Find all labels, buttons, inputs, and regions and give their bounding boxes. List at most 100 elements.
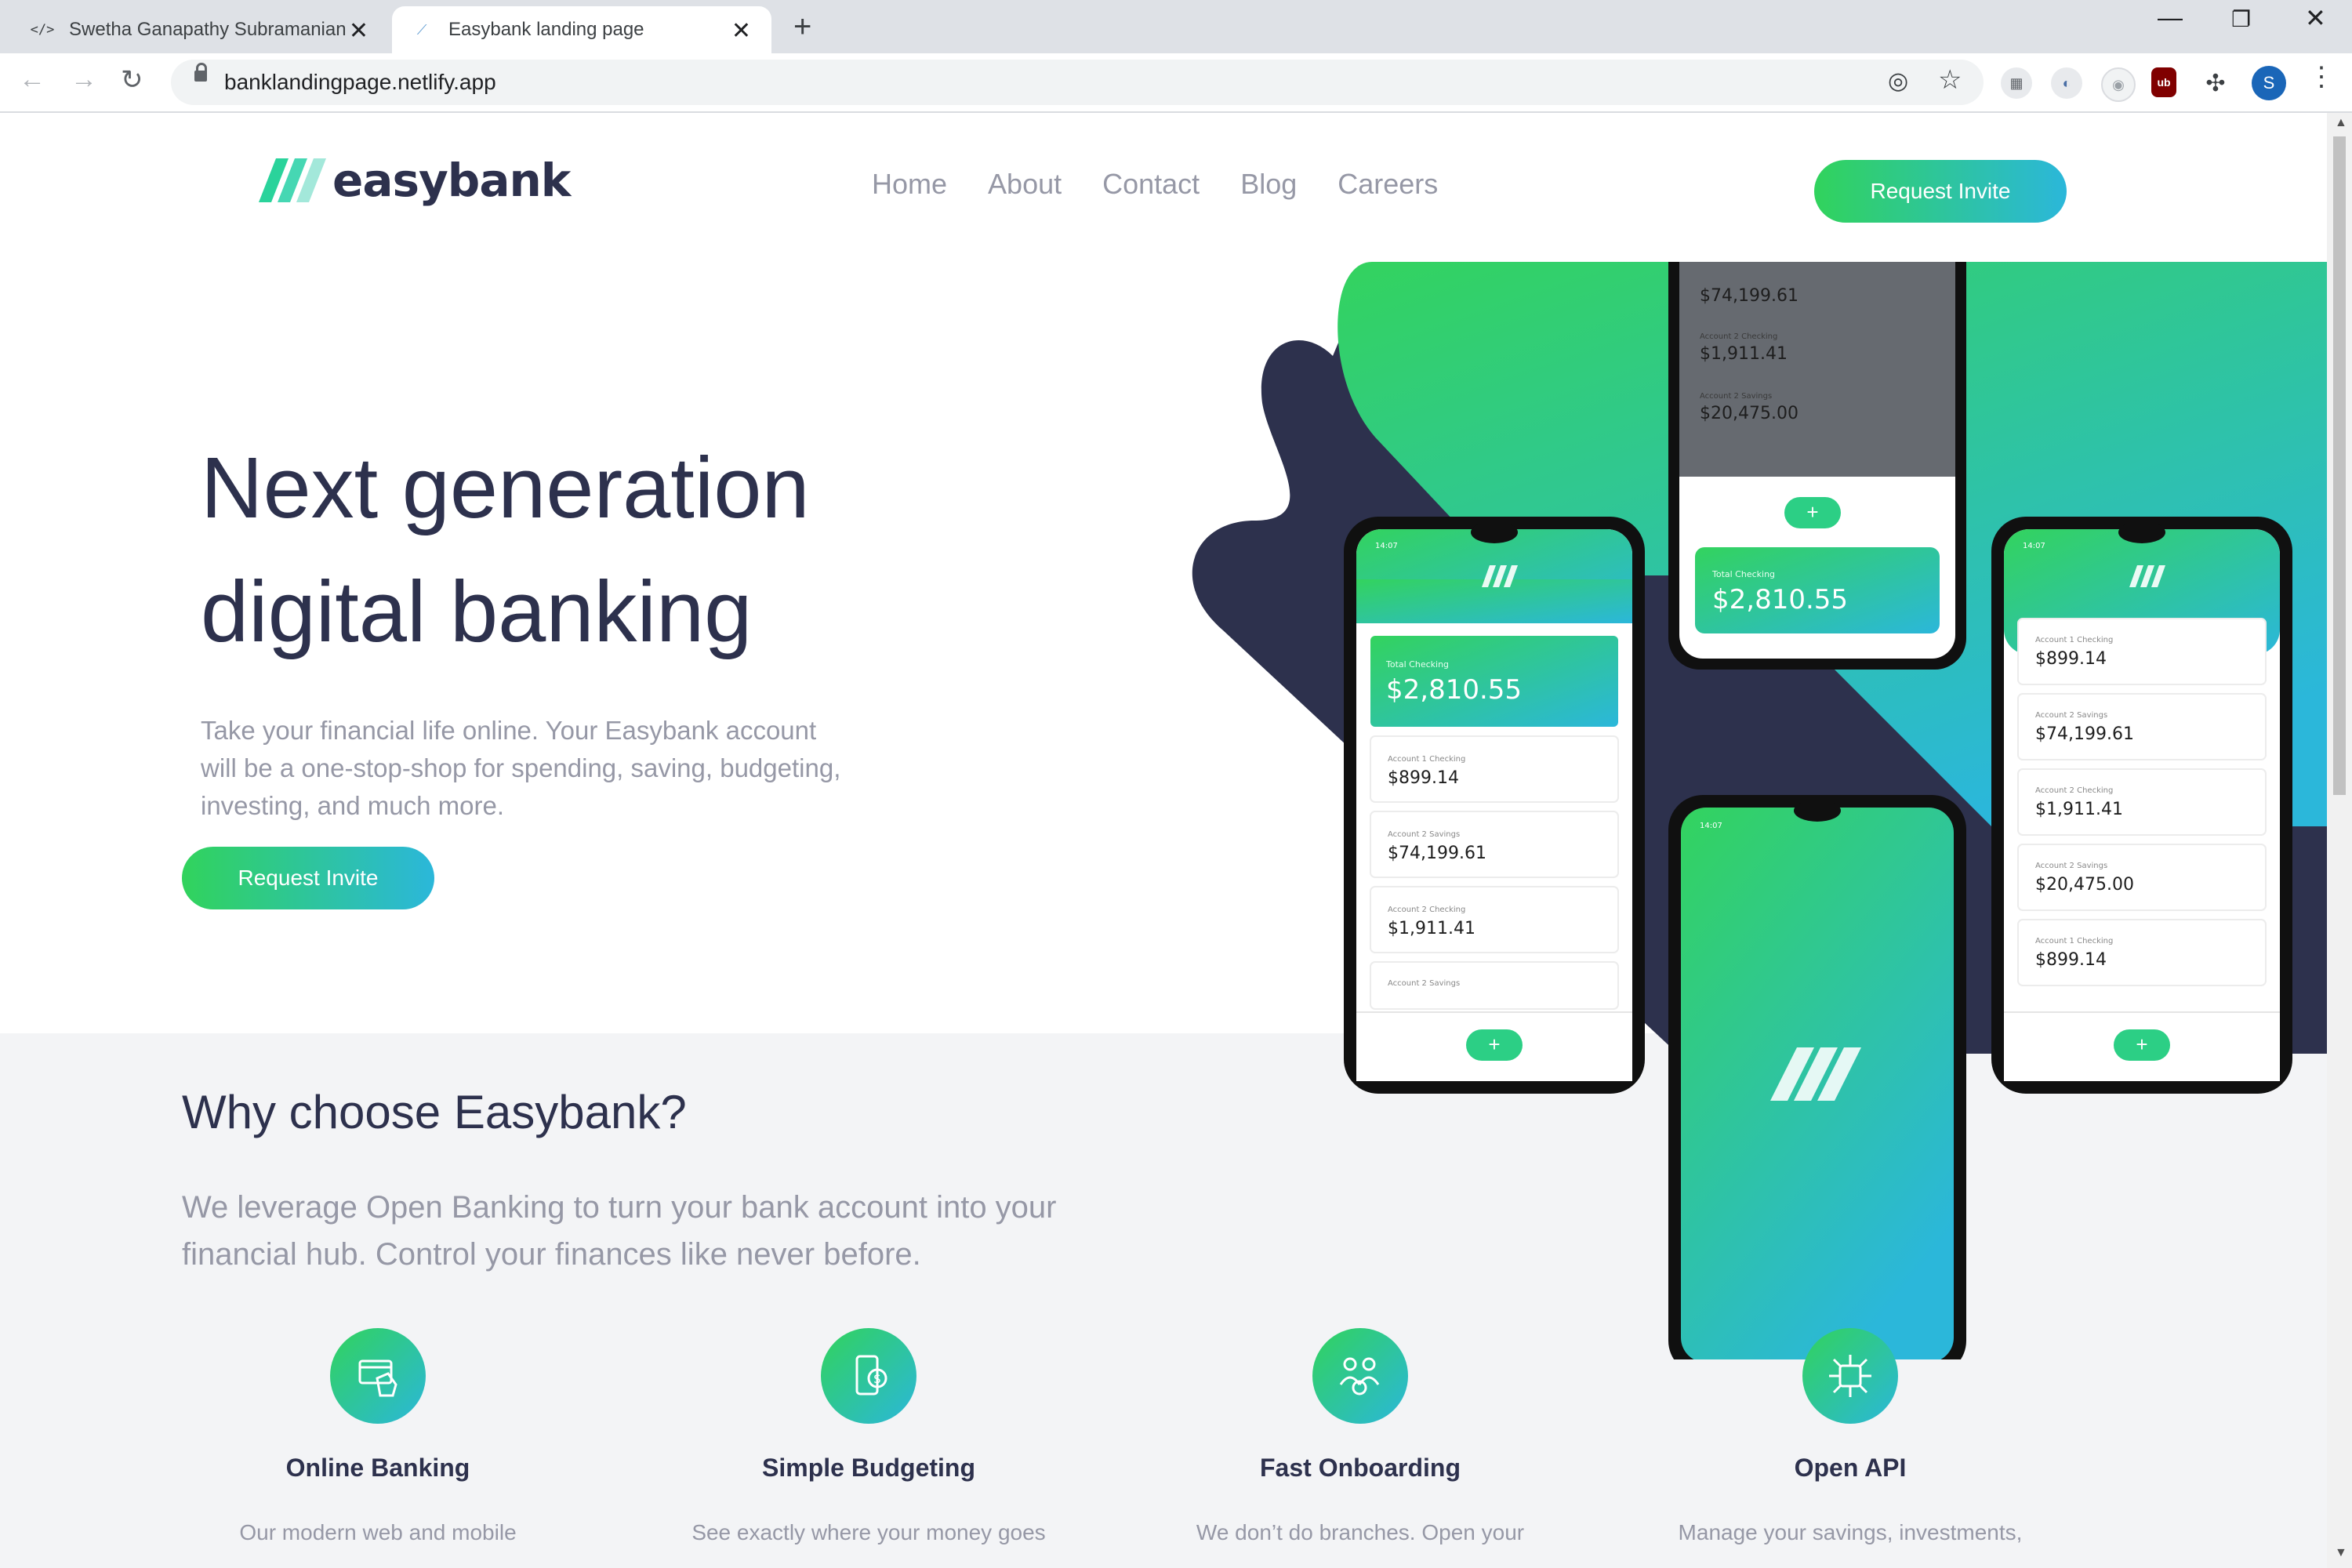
feature-text: Our modern web and mobile [239, 1520, 517, 1544]
account-label: Account 2 Checking [2035, 786, 2113, 795]
account-value: $74,199.61 [1700, 286, 1798, 306]
browser-tab-strip: </> Swetha Ganapathy Subramanian ✕ ⟋ Eas… [0, 0, 2352, 53]
hero-title-line-2: digital banking [201, 564, 753, 660]
window-close-icon[interactable]: ✕ [2305, 3, 2326, 33]
bookmark-star-icon[interactable]: ☆ [1938, 64, 1962, 96]
hero-title: Next generation digital banking [201, 426, 810, 674]
minimize-icon[interactable]: — [2158, 3, 2183, 32]
back-arrow-icon[interactable]: ← [19, 64, 45, 95]
feature-text: See exactly where your money goes [691, 1520, 1046, 1544]
total-value: $2,810.55 [1712, 584, 1848, 615]
lock-icon[interactable] [194, 63, 207, 82]
extension-icon[interactable]: ◉ [2101, 67, 2136, 102]
account-value: $1,911.41 [2035, 800, 2123, 819]
status-time: 14:07 [1375, 542, 1398, 550]
feature-title: Simple Budgeting [762, 1454, 975, 1482]
eye-off-icon[interactable]: ◎ [1888, 67, 1908, 95]
tab-title: Easybank landing page [448, 19, 644, 40]
reload-icon[interactable]: ↻ [121, 64, 143, 96]
feature-title: Online Banking [285, 1454, 470, 1482]
account-value: $74,199.61 [1388, 844, 1486, 863]
account-label: Account 2 Savings [1388, 979, 1460, 988]
account-value: $1,911.41 [1700, 344, 1788, 364]
feature-online-banking: Online Banking Our modern web and mobile [182, 1328, 574, 1545]
account-value: $74,199.61 [2035, 724, 2134, 744]
account-label: Account 2 Savings [2035, 711, 2107, 720]
scroll-down-icon[interactable]: ▼ [2335, 1546, 2347, 1560]
code-icon: </> [30, 22, 55, 38]
total-value: $2,810.55 [1386, 674, 1522, 706]
main-nav: Home About Contact Blog Careers [872, 168, 1438, 201]
account-value: $1,911.41 [1388, 919, 1475, 938]
easybank-logo[interactable]: easybank [259, 154, 571, 207]
browser-tab-2[interactable]: ⟋ Easybank landing page ✕ [392, 6, 771, 53]
extensions-puzzle-icon[interactable]: ✣ [2200, 67, 2231, 99]
scroll-up-icon[interactable]: ▲ [2335, 116, 2347, 130]
easybank-icon: ⟋ [416, 21, 427, 38]
account-value: $899.14 [2035, 950, 2107, 970]
total-label: Total Checking [1385, 659, 1449, 670]
account-label: Account 2 Savings [1388, 830, 1460, 839]
phone-mockup-right: 14:07 Account 1 Checking $899.14 Account… [1991, 517, 2292, 1094]
account-value: $20,475.00 [2035, 875, 2134, 895]
feature-text: Manage your savings, investments, [1678, 1520, 2023, 1544]
hero-title-line-1: Next generation [201, 440, 810, 536]
scroll-thumb[interactable] [2333, 136, 2346, 795]
menu-dots-icon[interactable]: ⋮ [2308, 61, 2335, 93]
close-icon[interactable]: ✕ [731, 17, 751, 45]
budgeting-icon: $ [821, 1328, 916, 1424]
nav-home[interactable]: Home [872, 168, 947, 201]
why-title: Why choose Easybank? [182, 1086, 687, 1138]
status-time: 14:07 [1700, 822, 1722, 830]
account-label: Account 1 Checking [1388, 755, 1465, 764]
account-label: Account 1 Checking [2035, 937, 2113, 946]
status-time: 14:07 [2023, 542, 2045, 550]
close-icon[interactable]: ✕ [349, 17, 368, 45]
feature-text: We don’t do branches. Open your [1196, 1520, 1525, 1544]
online-banking-icon [330, 1328, 426, 1424]
feature-title: Fast Onboarding [1260, 1454, 1461, 1482]
account-label: Account 2 Savings [2035, 862, 2107, 870]
phone-mockup-top: $74,199.61 Account 2 Checking $1,911.41 … [1668, 262, 1966, 670]
total-label: Total Checking [1711, 569, 1775, 579]
forward-arrow-icon[interactable]: → [71, 64, 97, 95]
profile-avatar[interactable]: S [2252, 66, 2286, 100]
header-request-invite-button[interactable]: Request Invite [1814, 160, 2067, 223]
account-value: $20,475.00 [1700, 404, 1798, 423]
extension-icon[interactable]: ▦ [2001, 67, 2032, 99]
feature-simple-budgeting: $ Simple Budgeting See exactly where you… [673, 1328, 1065, 1545]
account-label: Account 2 Checking [1700, 332, 1777, 341]
address-bar[interactable]: banklandingpage.netlify.app ◎ ☆ [171, 60, 1984, 105]
hero-mockups-illustration: $74,199.61 Account 2 Checking $1,911.41 … [1192, 262, 2327, 1359]
svg-text:+: + [2136, 1033, 2147, 1056]
feature-open-api: Open API Manage your savings, investment… [1654, 1328, 2046, 1545]
why-subtitle: We leverage Open Banking to turn your ba… [182, 1190, 1057, 1272]
logo-mark-icon [259, 158, 326, 202]
account-value: $899.14 [2035, 649, 2107, 669]
hero-request-invite-button[interactable]: Request Invite [182, 847, 434, 909]
url-text[interactable]: banklandingpage.netlify.app [224, 70, 496, 95]
feature-fast-onboarding: Fast Onboarding We don’t do branches. Op… [1164, 1328, 1556, 1545]
feature-title: Open API [1794, 1454, 1907, 1482]
page-viewport: $74,199.61 Account 2 Checking $1,911.41 … [0, 113, 2327, 1568]
extension-icon[interactable]: ◐ [2051, 67, 2082, 99]
restore-icon[interactable]: ❐ [2231, 6, 2251, 32]
nav-blog[interactable]: Blog [1240, 168, 1297, 201]
nav-about[interactable]: About [988, 168, 1062, 201]
page-scrollbar[interactable]: ▲ ▼ [2327, 113, 2352, 1568]
api-icon [1802, 1328, 1898, 1424]
account-value: $899.14 [1388, 768, 1459, 788]
nav-contact[interactable]: Contact [1102, 168, 1200, 201]
browser-tab-1[interactable]: </> Swetha Ganapathy Subramanian ✕ [13, 6, 389, 53]
account-label: Account 2 Savings [1700, 392, 1772, 401]
svg-text:+: + [1488, 1033, 1500, 1056]
hero-subtitle: Take your financial life online. Your Ea… [201, 716, 841, 820]
new-tab-icon[interactable]: + [793, 9, 811, 45]
phone-mockup-splash: 14:07 [1668, 795, 1966, 1359]
browser-toolbar: ← → ↻ banklandingpage.netlify.app ◎ ☆ ▦ … [0, 53, 2352, 113]
logo-text: easybank [332, 154, 571, 207]
ublock-shield-icon[interactable]: ub [2151, 67, 2176, 97]
svg-text:+: + [1806, 500, 1818, 524]
nav-careers[interactable]: Careers [1338, 168, 1438, 201]
tab-title: Swetha Ganapathy Subramanian [69, 19, 347, 40]
